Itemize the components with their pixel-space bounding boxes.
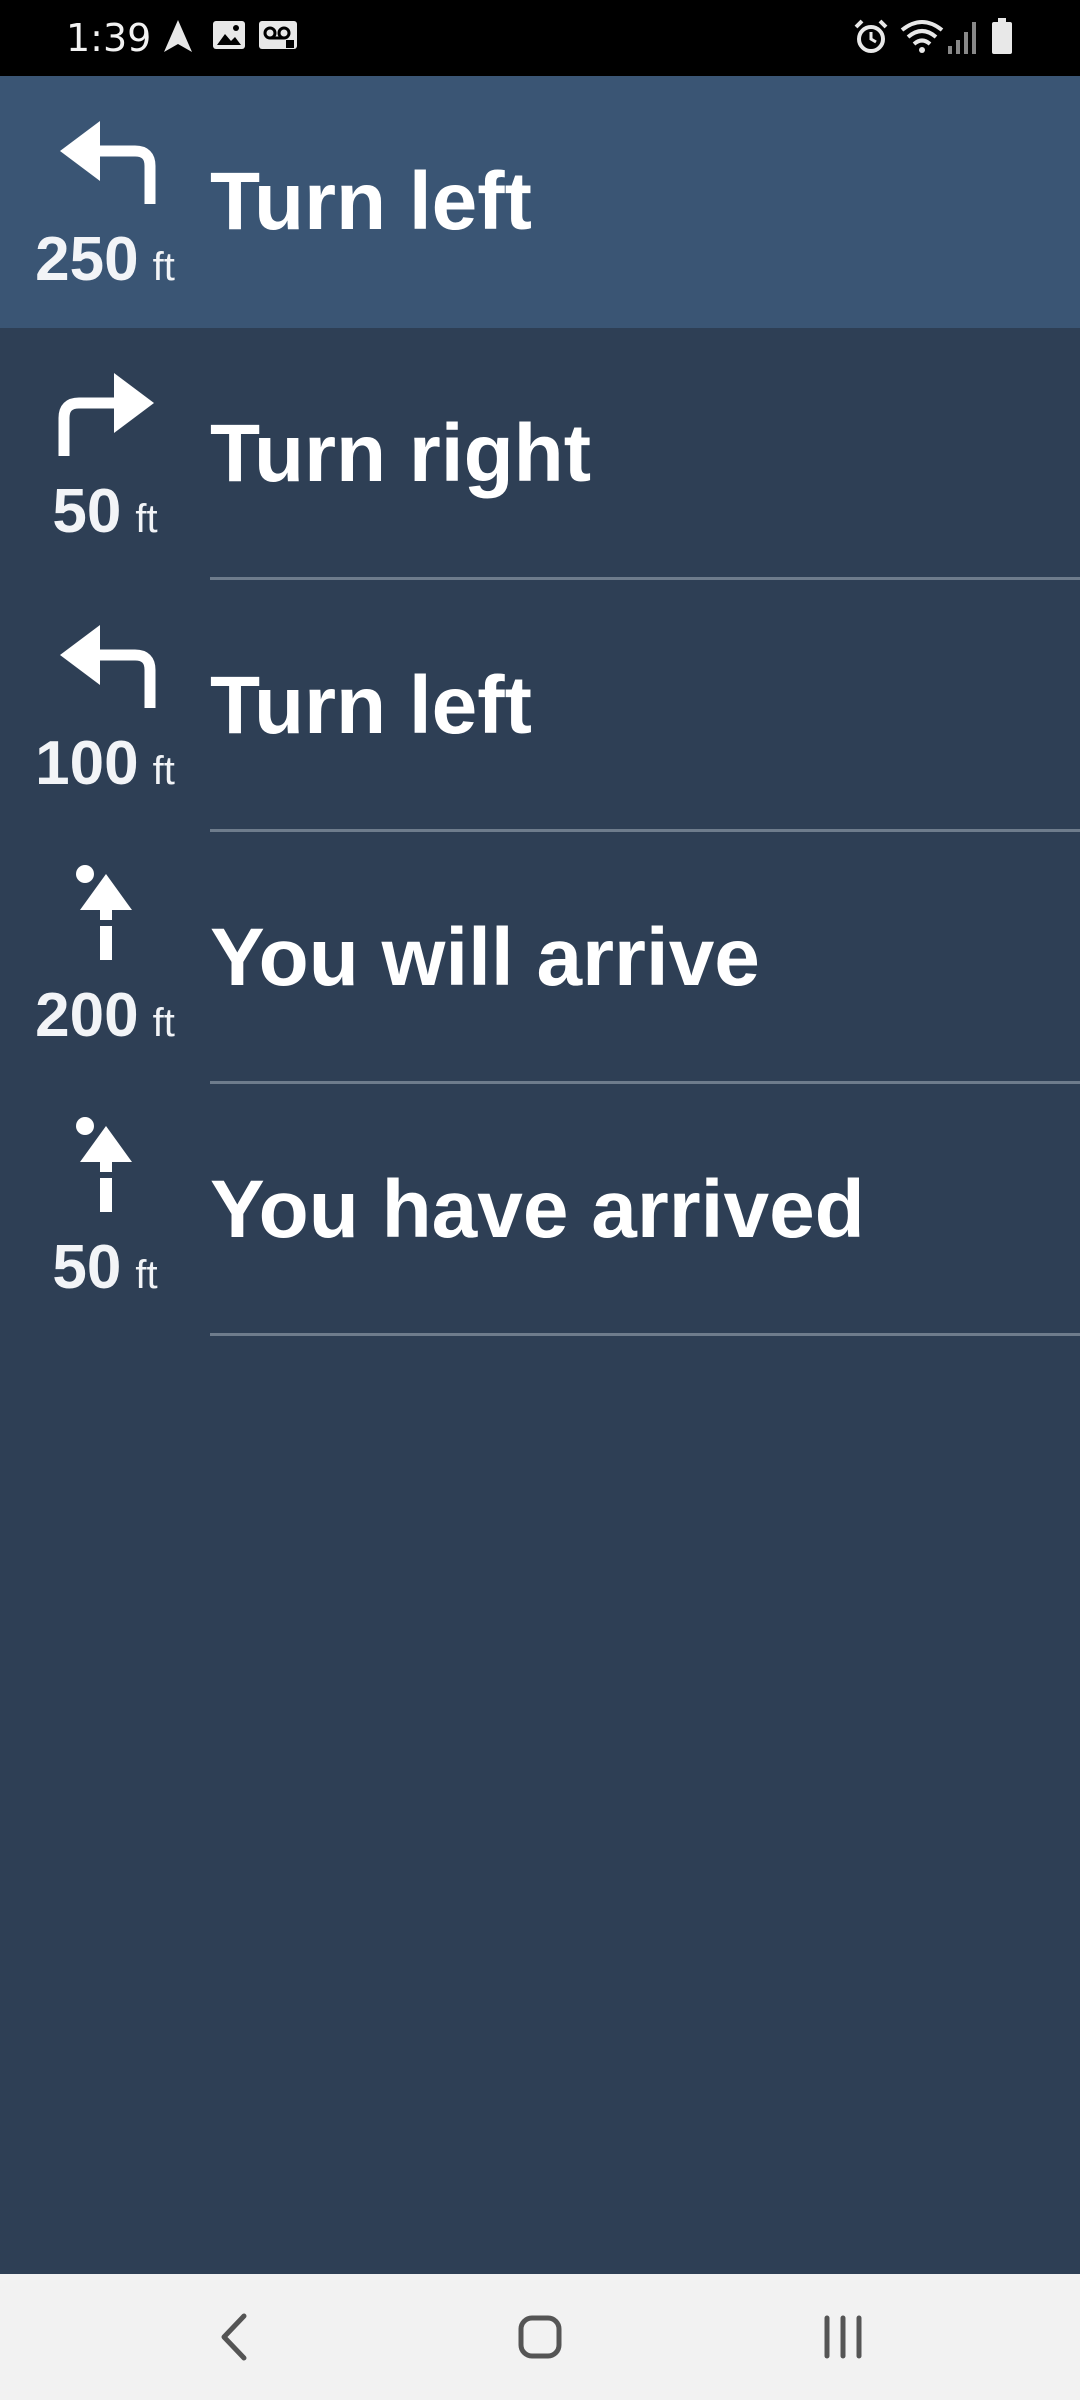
step-distance: 200 ft	[0, 980, 210, 1051]
recents-icon[interactable]	[798, 2302, 888, 2372]
distance-unit: ft	[135, 1253, 158, 1297]
turn-left-icon	[60, 121, 156, 204]
distance-unit: ft	[135, 497, 158, 541]
step-row[interactable]: 200 ft You will arrive	[0, 832, 1080, 1084]
navigation-arrow-icon	[164, 20, 192, 52]
step-distance: 250 ft	[0, 224, 210, 295]
wifi-icon	[900, 20, 944, 53]
distance-unit: ft	[152, 245, 175, 289]
step-distance: 100 ft	[0, 728, 210, 799]
step-instruction: Turn right	[210, 408, 592, 499]
status-bar: 1:39	[0, 0, 1080, 76]
image-icon	[213, 21, 245, 49]
step-row[interactable]: 250 ft Turn left	[0, 76, 1080, 328]
battery-icon	[992, 18, 1012, 54]
step-distance: 50 ft	[0, 476, 210, 547]
row-divider	[210, 1333, 1080, 1336]
back-icon[interactable]	[190, 2302, 280, 2372]
directions-list: 250 ft Turn left 50 ft Turn right 100 ft Tu…	[0, 76, 1080, 1336]
home-icon[interactable]	[495, 2302, 585, 2372]
arrive-icon	[76, 865, 132, 960]
distance-value: 50	[52, 1233, 122, 1302]
step-instruction: You will arrive	[210, 912, 760, 1003]
distance-value: 50	[52, 477, 122, 546]
distance-value: 200	[35, 981, 139, 1050]
distance-unit: ft	[152, 749, 175, 793]
step-instruction: Turn left	[210, 660, 532, 751]
step-row[interactable]: 50 ft You have arrived	[0, 1084, 1080, 1336]
step-instruction: Turn left	[210, 156, 532, 247]
signal-icon	[948, 22, 976, 54]
system-nav-bar	[0, 2274, 1080, 2400]
arrive-icon	[76, 1117, 132, 1212]
distance-unit: ft	[152, 1001, 175, 1045]
step-instruction: You have arrived	[210, 1164, 865, 1255]
distance-value: 250	[35, 225, 139, 294]
turn-left-icon	[60, 625, 156, 708]
distance-value: 100	[35, 729, 139, 798]
status-time: 1:39	[66, 16, 152, 60]
step-row[interactable]: 100 ft Turn left	[0, 580, 1080, 832]
voicemail-icon	[259, 21, 297, 49]
step-distance: 50 ft	[0, 1232, 210, 1303]
alarm-icon	[854, 19, 888, 53]
step-row[interactable]: 50 ft Turn right	[0, 328, 1080, 580]
turn-right-icon	[58, 373, 154, 456]
